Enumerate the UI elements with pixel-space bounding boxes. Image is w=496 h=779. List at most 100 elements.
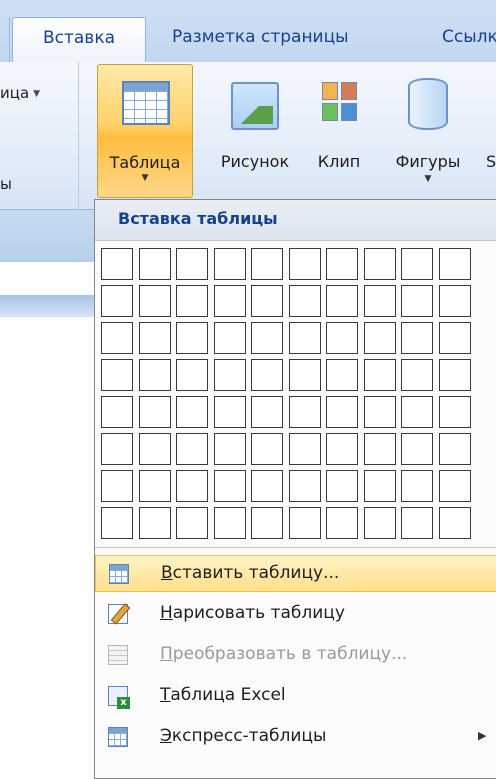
table-grid-cell[interactable] (176, 285, 208, 317)
table-grid-cell[interactable] (438, 433, 471, 465)
table-grid-cell[interactable] (101, 433, 133, 465)
table-grid-cell[interactable] (326, 433, 358, 465)
table-grid-cell[interactable] (288, 507, 321, 539)
table-grid-cell[interactable] (363, 359, 396, 391)
table-grid-cell[interactable] (138, 248, 171, 280)
table-grid-cell[interactable] (438, 507, 471, 539)
table-grid-cell[interactable] (138, 433, 171, 465)
table-grid-cell[interactable] (101, 322, 133, 354)
table-grid-cell[interactable] (401, 248, 433, 280)
tab-insert[interactable]: Вставка (12, 17, 146, 63)
cut-off-button-label[interactable]: S (486, 152, 496, 171)
table-grid-cell[interactable] (138, 507, 171, 539)
tab-page-layout[interactable]: Разметка страницы (160, 17, 361, 62)
table-grid-cell[interactable] (213, 470, 246, 502)
table-grid-cell[interactable] (176, 359, 208, 391)
table-grid-cell[interactable] (326, 285, 358, 317)
table-grid-cell[interactable] (401, 285, 433, 317)
table-grid-cell[interactable] (401, 359, 433, 391)
left-partial-dropdown[interactable]: ица ▼ (0, 84, 40, 102)
table-grid-cell[interactable] (438, 359, 471, 391)
table-grid-cell[interactable] (288, 396, 321, 428)
table-grid-cell[interactable] (138, 396, 171, 428)
table-grid-cell[interactable] (288, 285, 321, 317)
table-grid-cell[interactable] (213, 359, 246, 391)
shapes-button[interactable]: Фигуры ▼ (378, 68, 478, 196)
table-grid-cell[interactable] (363, 322, 396, 354)
table-grid-cell[interactable] (288, 470, 321, 502)
menu-item-draw-table[interactable]: Нарисовать таблицу (95, 596, 496, 633)
table-grid-cell[interactable] (326, 507, 358, 539)
table-grid-cell[interactable] (438, 470, 471, 502)
table-grid-cell[interactable] (251, 507, 283, 539)
menu-item-excel-table[interactable]: Таблица Excel (95, 678, 496, 715)
table-grid-cell[interactable] (251, 359, 283, 391)
table-grid-cell[interactable] (363, 248, 396, 280)
table-grid-cell[interactable] (176, 470, 208, 502)
clipart-button[interactable]: Клип (306, 68, 372, 196)
table-grid-cell[interactable] (213, 396, 246, 428)
table-grid-cell[interactable] (438, 322, 471, 354)
table-grid-cell[interactable] (401, 507, 433, 539)
table-grid-cell[interactable] (401, 433, 433, 465)
table-grid-cell[interactable] (101, 507, 133, 539)
table-grid-cell[interactable] (101, 285, 133, 317)
table-grid-cell[interactable] (101, 396, 133, 428)
table-grid-cell[interactable] (401, 470, 433, 502)
table-grid-cell[interactable] (401, 322, 433, 354)
table-grid-cell[interactable] (138, 359, 171, 391)
table-grid-cell[interactable] (213, 433, 246, 465)
menu-item-insert-table[interactable]: Вставить таблицу... (95, 555, 496, 592)
table-grid-cell[interactable] (251, 433, 283, 465)
table-grid-cell[interactable] (326, 359, 358, 391)
picture-icon (231, 82, 279, 130)
picture-button[interactable]: Рисунок (212, 68, 298, 196)
table-grid-cell[interactable] (363, 470, 396, 502)
table-grid-cell[interactable] (138, 322, 171, 354)
table-grid-cell[interactable] (288, 433, 321, 465)
menu-item-quick-tables[interactable]: Экспресс-таблицы ▶ (95, 719, 496, 756)
table-grid-cell[interactable] (326, 322, 358, 354)
table-grid-cell[interactable] (251, 396, 283, 428)
table-grid-cell[interactable] (363, 285, 396, 317)
table-grid-cell[interactable] (101, 248, 133, 280)
table-button[interactable]: Таблица ▼ (97, 64, 193, 198)
table-grid-cell[interactable] (288, 248, 321, 280)
insert-table-icon (109, 564, 129, 584)
table-grid-cell[interactable] (176, 322, 208, 354)
dropdown-header: Вставка таблицы (95, 200, 496, 241)
table-grid-cell[interactable] (101, 470, 133, 502)
ribbon-group-caption-bar (0, 210, 100, 262)
table-grid-cell[interactable] (326, 470, 358, 502)
table-grid-cell[interactable] (213, 248, 246, 280)
table-grid-cell[interactable] (363, 433, 396, 465)
table-grid-cell[interactable] (101, 359, 133, 391)
table-grid-cell[interactable] (401, 396, 433, 428)
table-grid-cell[interactable] (363, 507, 396, 539)
table-grid-cell[interactable] (326, 248, 358, 280)
table-grid-cell[interactable] (288, 322, 321, 354)
table-grid-cell[interactable] (213, 507, 246, 539)
table-grid-cell[interactable] (138, 285, 171, 317)
table-grid-cell[interactable] (251, 285, 283, 317)
menu-item-convert-to-table: Преобразовать в таблицу... (95, 637, 496, 674)
table-grid-cell[interactable] (251, 470, 283, 502)
table-grid-cell[interactable] (251, 322, 283, 354)
table-grid-cell[interactable] (138, 470, 171, 502)
table-grid-cell[interactable] (176, 396, 208, 428)
table-grid-cell[interactable] (176, 507, 208, 539)
tab-left-partial[interactable] (0, 17, 10, 62)
table-grid-cell[interactable] (176, 433, 208, 465)
table-grid-cell[interactable] (251, 248, 283, 280)
table-grid-cell[interactable] (363, 396, 396, 428)
tab-references[interactable]: Ссылк (430, 17, 496, 62)
table-size-grid[interactable] (101, 248, 471, 539)
table-grid-cell[interactable] (438, 248, 471, 280)
table-grid-cell[interactable] (326, 396, 358, 428)
table-grid-cell[interactable] (288, 359, 321, 391)
table-grid-cell[interactable] (213, 285, 246, 317)
table-grid-cell[interactable] (438, 396, 471, 428)
table-grid-cell[interactable] (176, 248, 208, 280)
table-grid-cell[interactable] (213, 322, 246, 354)
table-grid-cell[interactable] (438, 285, 471, 317)
